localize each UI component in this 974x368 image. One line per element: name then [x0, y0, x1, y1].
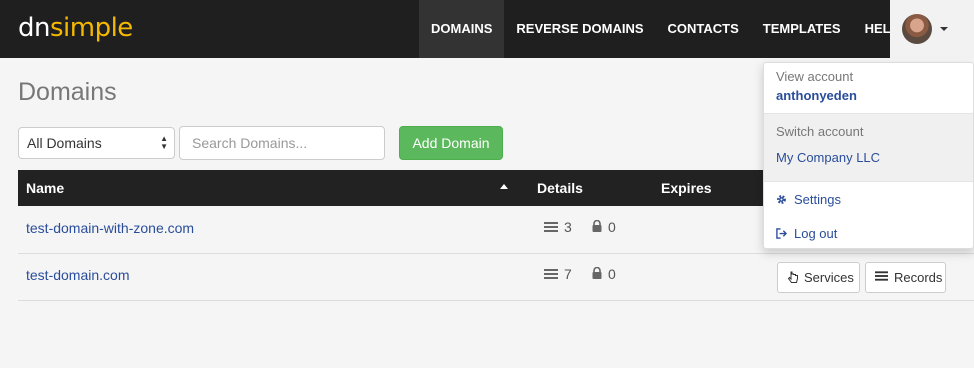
nav-domains[interactable]: DOMAINS [419, 0, 505, 58]
add-domain-button[interactable]: Add Domain [399, 126, 503, 160]
logo-part-simple: simple [49, 13, 133, 43]
record-count: 3 [564, 219, 572, 235]
domain-filter-select[interactable]: All Domains ▲ ▼ [18, 127, 175, 159]
user-menu-button[interactable] [890, 0, 974, 58]
top-navbar: dnsimple DOMAINS REVERSE DOMAINS CONTACT… [0, 0, 974, 58]
nav-templates[interactable]: TEMPLATES [751, 0, 853, 58]
switch-account-section: Switch account My Company LLC [764, 113, 973, 182]
gear-icon [777, 195, 786, 204]
nav-contacts[interactable]: CONTACTS [656, 0, 751, 58]
hand-pointer-icon [787, 271, 798, 283]
select-arrows-icon: ▲ ▼ [160, 134, 168, 151]
search-domains-input[interactable] [179, 126, 385, 160]
logout-label: Log out [794, 226, 838, 241]
records-label: Records [894, 270, 943, 285]
nav-reverse-domains[interactable]: REVERSE DOMAINS [504, 0, 655, 58]
records-icon [544, 269, 558, 279]
account-username-link[interactable]: anthonyeden [776, 88, 857, 103]
logout-menu-item[interactable]: Log out [776, 226, 837, 241]
column-header-expires[interactable]: Expires [661, 170, 712, 206]
sort-ascending-icon[interactable] [500, 184, 508, 189]
switch-account-label: Switch account [776, 124, 864, 139]
dnsimple-logo[interactable]: dnsimple [18, 13, 133, 43]
lock-icon [592, 220, 602, 232]
avatar [902, 14, 932, 44]
records-button[interactable]: Records [865, 262, 946, 293]
logout-icon [776, 228, 787, 239]
chevron-down-icon [940, 27, 948, 31]
view-account-section: View account anthonyeden [764, 63, 973, 113]
records-list-icon [875, 271, 888, 281]
lock-count: 0 [608, 266, 616, 282]
page-title: Domains [18, 78, 117, 106]
main-nav: DOMAINS REVERSE DOMAINS CONTACTS TEMPLAT… [419, 0, 911, 58]
record-count: 7 [564, 266, 572, 282]
company-account-link[interactable]: My Company LLC [776, 150, 880, 165]
settings-label: Settings [794, 192, 841, 207]
records-icon [544, 222, 558, 232]
settings-menu-item[interactable]: Settings [776, 192, 841, 207]
logo-part-dn: dn [18, 13, 50, 43]
lock-icon [592, 267, 602, 279]
services-button[interactable]: Services [777, 262, 860, 293]
column-header-name[interactable]: Name [26, 170, 64, 206]
lock-count: 0 [608, 219, 616, 235]
services-label: Services [804, 270, 854, 285]
domain-filter-value: All Domains [27, 135, 102, 151]
domain-name-link[interactable]: test-domain.com [26, 267, 129, 283]
column-header-details: Details [537, 180, 583, 196]
account-dropdown-menu: View account anthonyeden Switch account … [763, 62, 974, 249]
view-account-label: View account [776, 69, 854, 84]
domain-name-link[interactable]: test-domain-with-zone.com [26, 220, 194, 236]
